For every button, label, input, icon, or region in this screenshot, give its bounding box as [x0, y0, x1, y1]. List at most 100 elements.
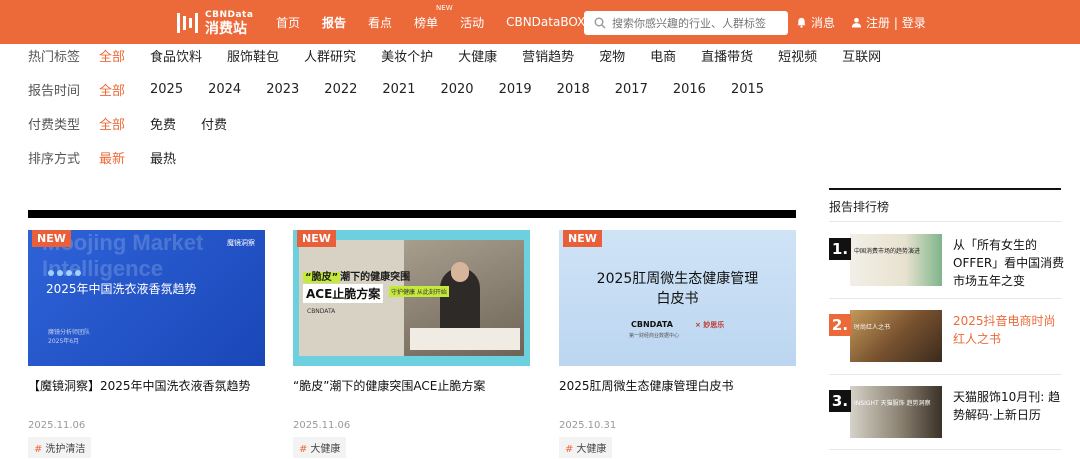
- filter-row-tags: 热门标签 全部 食品饮料 服饰鞋包 人群研究 美妆个护 大健康 营销趋势 宠物 …: [28, 45, 906, 65]
- sidebar-title: 报告排行榜: [829, 200, 890, 214]
- nav-home[interactable]: 首页: [276, 14, 300, 31]
- rank-title[interactable]: 从「所有女生的OFFER」看中国消费市场五年之变: [953, 236, 1065, 290]
- rank-thumbnail[interactable]: 时尚红人之书: [850, 310, 942, 362]
- report-title[interactable]: 【魔镜洞察】2025年中国洗衣液香氛趋势: [28, 378, 265, 394]
- filter-option[interactable]: 全部: [99, 80, 125, 99]
- filter-option[interactable]: 2022: [324, 82, 357, 97]
- filter-row-sort: 排序方式 最新 最热: [28, 147, 201, 167]
- thumb-headline-2: ACE止脆方案: [303, 284, 384, 303]
- site-logo[interactable]: CBNData 消费站: [176, 10, 253, 36]
- filter-option[interactable]: 全部: [99, 46, 125, 65]
- rank-thumb-text: 时尚红人之书: [854, 324, 891, 331]
- report-tag[interactable]: # 洗护清洁: [28, 437, 92, 458]
- search-input[interactable]: [612, 16, 782, 30]
- filter-row-year: 报告时间 全部 2025 2024 2023 2022 2021 2020 20…: [28, 79, 789, 99]
- filter-option[interactable]: 2017: [615, 82, 648, 97]
- thumb-brand-sub: 第一财经商业数据中心: [629, 333, 680, 339]
- rank-item[interactable]: 3. INSIGHT 天猫服饰 趋势洞察 天猫服饰10月刊: 趋势解码·上新日历: [829, 386, 1061, 438]
- filter-option[interactable]: 付费: [201, 114, 227, 133]
- hash-icon: #: [299, 444, 308, 455]
- filter-option[interactable]: 2016: [673, 82, 706, 97]
- new-badge: NEW: [297, 230, 336, 247]
- thumb-logo: 魔镜洞察: [227, 239, 255, 247]
- filter-option[interactable]: 直播带货: [701, 46, 753, 65]
- filter-label: 报告时间: [28, 83, 81, 99]
- report-thumbnail[interactable]: NEW Moojing Market Intelligence 魔镜洞察 202…: [28, 230, 265, 366]
- rank-title[interactable]: 天猫服饰10月刊: 趋势解码·上新日历: [953, 388, 1065, 424]
- thumb-subtitle: 守护健康 从此刻开始: [389, 286, 449, 297]
- rank-item[interactable]: 2. 时尚红人之书 2025抖音电商时尚红人之书: [829, 310, 1061, 362]
- sidebar-divider: [829, 221, 1061, 222]
- filter-option[interactable]: 电商: [650, 46, 676, 65]
- report-thumbnail[interactable]: NEW 2025肛周微生态健康管理 白皮书 CBNDATA × 妙思乐 第一财经…: [559, 230, 796, 366]
- rank-thumbnail[interactable]: 中国消费市场的趋势演进: [850, 234, 942, 286]
- report-card[interactable]: NEW Moojing Market Intelligence 魔镜洞察 202…: [28, 230, 265, 458]
- report-card[interactable]: NEW “脆皮” 潮下的健康突围 ACE止脆方案 守护健康 从此刻开始 CBNDA…: [293, 230, 530, 458]
- thumb-headline-1: 2025肛周微生态健康管理: [596, 271, 759, 287]
- papers-illustration: [410, 328, 520, 350]
- filter-option[interactable]: 互联网: [842, 46, 881, 65]
- filter-option[interactable]: 服饰鞋包: [227, 46, 279, 65]
- filter-option[interactable]: 最新: [99, 148, 125, 167]
- sidebar-divider: [829, 298, 1061, 299]
- new-badge: NEW: [563, 230, 602, 247]
- user-area: 消息 注册 | 登录: [796, 0, 942, 44]
- login-link[interactable]: 注册 | 登录: [851, 14, 926, 31]
- filter-option[interactable]: 人群研究: [304, 46, 356, 65]
- tag-label: 洗护清洁: [45, 444, 86, 455]
- new-badge: NEW: [436, 3, 453, 12]
- filter-option[interactable]: 短视频: [778, 46, 817, 65]
- filter-option[interactable]: 大健康: [458, 46, 497, 65]
- filter-option[interactable]: 食品饮料: [150, 46, 202, 65]
- thumb-partner-brand: × 妙思乐: [695, 321, 725, 329]
- logo-english: CBNData: [205, 9, 254, 20]
- filter-option[interactable]: 2018: [557, 82, 590, 97]
- logo-chinese: 消费站: [205, 20, 247, 37]
- new-badge: NEW: [32, 230, 71, 247]
- nav-rankings-label: 榜单: [414, 15, 439, 30]
- nav-reports[interactable]: 报告: [322, 14, 346, 31]
- search-box[interactable]: [584, 11, 788, 35]
- report-title[interactable]: “脆皮”潮下的健康突围ACE止脆方案: [293, 378, 530, 394]
- report-tag[interactable]: # 大健康: [559, 437, 613, 458]
- rank-thumbnail[interactable]: INSIGHT 天猫服饰 趋势洞察: [850, 386, 942, 438]
- report-date: 2025.11.06: [28, 420, 86, 431]
- rank-item[interactable]: 1. 中国消费市场的趋势演进 从「所有女生的OFFER」看中国消费市场五年之变: [829, 234, 1064, 288]
- filter-option[interactable]: 2025: [150, 82, 183, 97]
- rank-number: 2.: [829, 314, 851, 336]
- nav-rankings[interactable]: 榜单 NEW: [414, 4, 453, 31]
- thumb-headline: 2025年中国洗衣液香氛趋势: [46, 282, 197, 296]
- filter-row-payment: 付费类型 全部 免费 付费: [28, 113, 252, 133]
- report-date: 2025.11.06: [293, 420, 351, 431]
- filter-option[interactable]: 2015: [731, 82, 764, 97]
- report-tag[interactable]: # 大健康: [293, 437, 347, 458]
- report-thumbnail[interactable]: NEW “脆皮” 潮下的健康突围 ACE止脆方案 守护健康 从此刻开始 CBNDA…: [293, 230, 530, 366]
- nav-highlights[interactable]: 看点: [368, 14, 392, 31]
- report-title[interactable]: 2025肛周微生态健康管理白皮书: [559, 378, 796, 394]
- filter-option[interactable]: 全部: [99, 114, 125, 133]
- report-date: 2025.10.31: [559, 420, 617, 431]
- nav-databox[interactable]: CBNDataBOX: [506, 15, 585, 29]
- filter-option[interactable]: 营销趋势: [522, 46, 574, 65]
- filter-option[interactable]: 宠物: [599, 46, 625, 65]
- tag-label: 大健康: [310, 444, 341, 455]
- nav-events[interactable]: 活动: [460, 14, 484, 31]
- filter-option[interactable]: 美妆个护: [381, 46, 433, 65]
- filter-option[interactable]: 2024: [208, 82, 241, 97]
- person-face: [451, 262, 469, 282]
- rank-title[interactable]: 2025抖音电商时尚红人之书: [953, 312, 1065, 348]
- thumb-headline-rest: 潮下的健康突围: [340, 272, 411, 283]
- messages-link[interactable]: 消息: [796, 14, 835, 31]
- search-icon: [594, 17, 606, 29]
- filter-option[interactable]: 最热: [150, 148, 176, 167]
- filter-label: 付费类型: [28, 117, 81, 133]
- filter-option[interactable]: 2023: [266, 82, 299, 97]
- filter-option[interactable]: 2019: [499, 82, 532, 97]
- thumb-brand: CBNDATA: [631, 320, 673, 329]
- top-navbar: CBNData 消费站 首页 报告 看点 榜单 NEW 活动 CBNDataBO…: [0, 0, 1080, 44]
- filter-option[interactable]: 2020: [440, 82, 473, 97]
- report-card[interactable]: NEW 2025肛周微生态健康管理 白皮书 CBNDATA × 妙思乐 第一财经…: [559, 230, 796, 458]
- filter-option[interactable]: 免费: [150, 114, 176, 133]
- filter-option[interactable]: 2021: [382, 82, 415, 97]
- login-label: 注册 | 登录: [866, 15, 926, 30]
